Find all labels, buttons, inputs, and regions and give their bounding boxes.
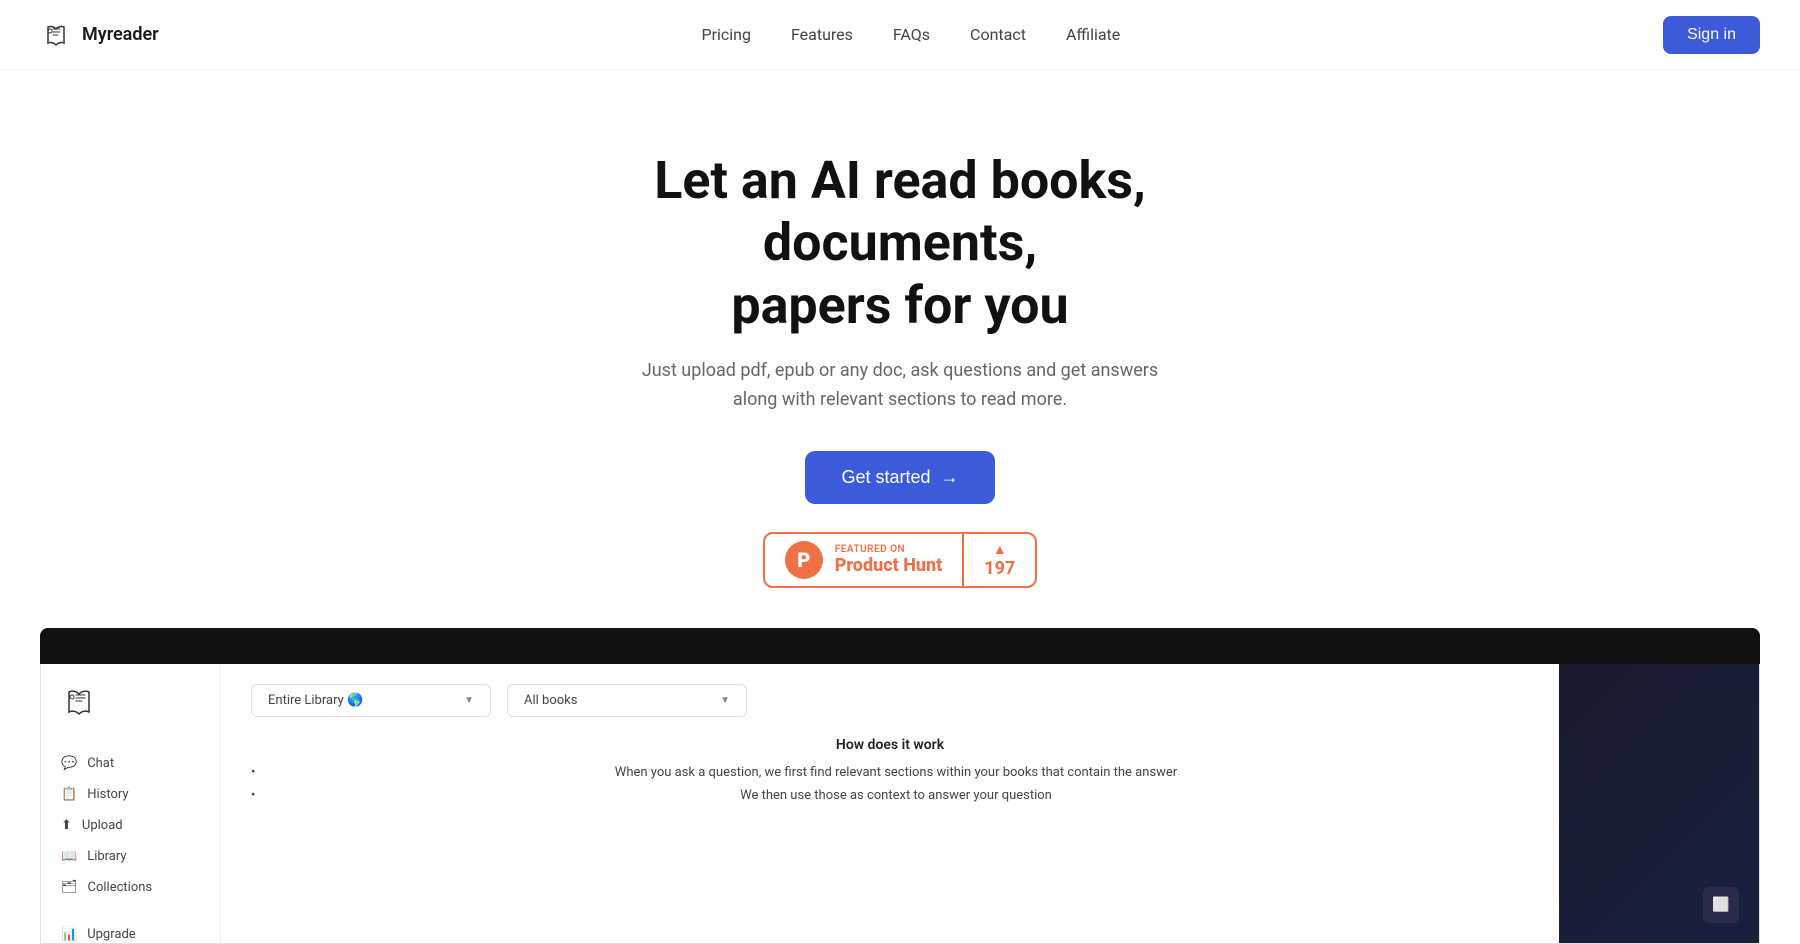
upgrade-icon: 📊 [61,927,77,942]
app-selects-row: Entire Library 🌎 ▼ All books ▼ [251,684,1529,717]
app-logo-icon [61,684,97,720]
nav-pricing[interactable]: Pricing [701,25,751,44]
app-window: 💬 Chat 📋 History ⬆ Upload 📖 Library 🗂 [40,664,1760,944]
sidebar-library-label: Library [87,849,126,864]
get-started-label: Get started [841,467,930,488]
app-main-content: Entire Library 🌎 ▼ All books ▼ How does … [221,664,1559,943]
sidebar-collections-label: Collections [88,880,153,895]
logo-icon [40,19,72,51]
app-dark-panel: ⬜ [1559,664,1759,943]
navbar: Myreader Pricing Features FAQs Contact A… [0,0,1800,70]
ph-product-name: Product Hunt [835,555,943,576]
nav-links: Pricing Features FAQs Contact Affiliate [701,25,1120,44]
hero-heading: Let an AI read books, documents, papers … [550,150,1250,337]
library-select[interactable]: Entire Library 🌎 ▼ [251,684,491,717]
history-icon: 📋 [61,787,77,802]
hero-section: Let an AI read books, documents, papers … [0,70,1800,944]
app-titlebar [40,628,1760,664]
nav-features[interactable]: Features [791,25,853,44]
sidebar-item-upload[interactable]: ⬆ Upload [41,810,220,841]
app-sidebar: 💬 Chat 📋 History ⬆ Upload 📖 Library 🗂 [41,664,221,943]
signin-button[interactable]: Sign in [1663,16,1760,54]
sidebar-item-upgrade[interactable]: 📊 Upgrade [41,919,156,944]
app-dark-button[interactable]: ⬜ [1703,887,1739,923]
ph-vote-count: ▲ 197 [964,534,1035,586]
sidebar-upgrade-label: Upgrade [87,927,135,942]
ph-featured-label: FEATURED ON [835,544,905,555]
product-hunt-badge[interactable]: P FEATURED ON Product Hunt ▲ 197 [763,532,1038,588]
library-icon: 📖 [61,849,77,864]
collections-icon: 🗂 [61,880,78,895]
ph-count-number: 197 [984,558,1015,579]
stop-icon: ⬜ [1712,897,1729,913]
library-select-chevron: ▼ [464,695,474,706]
sidebar-item-collections[interactable]: 🗂 Collections [41,872,220,903]
sidebar-item-chat[interactable]: 💬 Chat [41,748,220,779]
sidebar-history-label: History [87,787,128,802]
ph-text: FEATURED ON Product Hunt [835,544,943,576]
books-select[interactable]: All books ▼ [507,684,747,717]
list-item: When you ask a question, we first find r… [251,765,1529,780]
arrow-icon: → [941,467,959,488]
nav-affiliate[interactable]: Affiliate [1066,25,1120,44]
sidebar-bottom-nav: 📊 Upgrade 🔖 Support 👤 Affiliate [41,903,156,944]
upload-icon: ⬆ [61,818,72,833]
ph-upvote-arrow: ▲ [993,541,1007,558]
app-preview: 💬 Chat 📋 History ⬆ Upload 📖 Library 🗂 [40,628,1760,944]
sidebar-item-history[interactable]: 📋 History [41,779,220,810]
ph-logo-circle: P [785,541,823,579]
brand-name: Myreader [82,24,159,45]
nav-contact[interactable]: Contact [970,25,1026,44]
sidebar-chat-label: Chat [87,756,114,771]
books-select-chevron: ▼ [720,695,730,706]
nav-faqs[interactable]: FAQs [893,25,930,44]
app-content-list: When you ask a question, we first find r… [251,765,1529,803]
app-sidebar-logo [41,684,117,748]
app-content-title: How does it work [251,737,1529,753]
sidebar-item-library[interactable]: 📖 Library [41,841,220,872]
list-item: We then use those as context to answer y… [251,788,1529,803]
get-started-button[interactable]: Get started → [805,451,994,504]
brand-logo[interactable]: Myreader [40,19,159,51]
sidebar-upload-label: Upload [82,818,123,833]
ph-badge-left: P FEATURED ON Product Hunt [765,534,965,586]
hero-subtext: Just upload pdf, epub or any doc, ask qu… [620,357,1180,415]
chat-icon: 💬 [61,756,77,771]
